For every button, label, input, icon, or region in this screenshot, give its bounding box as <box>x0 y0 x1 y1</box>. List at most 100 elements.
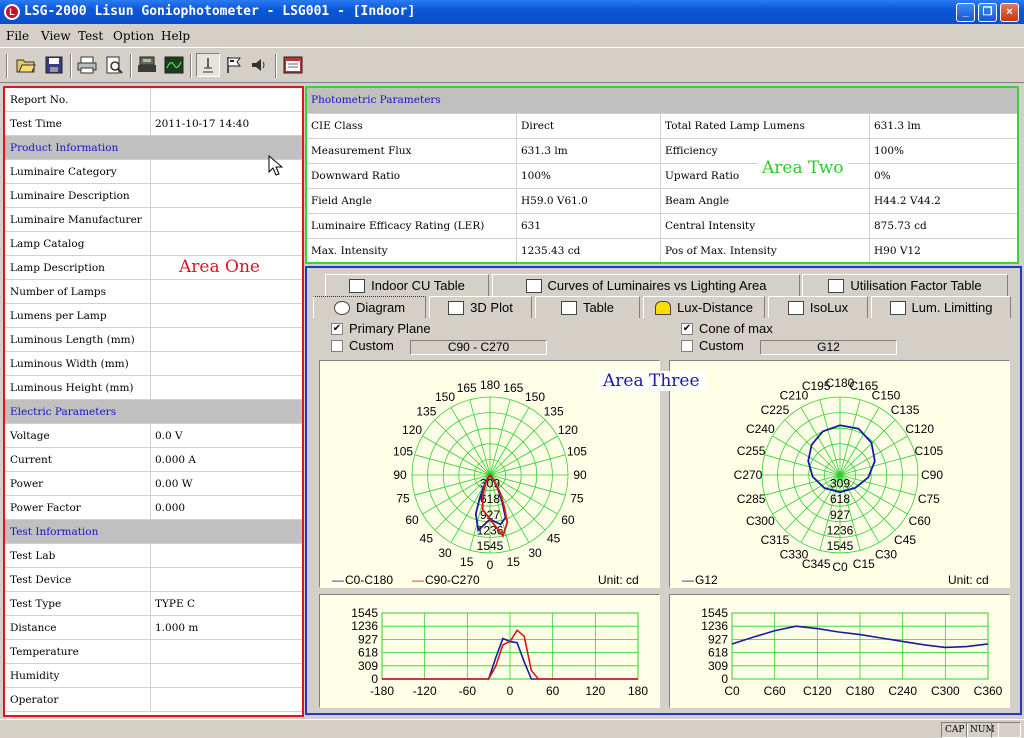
cone-select-combo[interactable]: G12 <box>760 340 897 355</box>
x-tick-label: C60 <box>764 684 786 698</box>
param-value: 0% <box>874 170 891 182</box>
legend-g12: G12 <box>695 573 718 587</box>
print-icon[interactable] <box>75 53 99 77</box>
restore-button[interactable]: ❐ <box>978 3 997 22</box>
x-tick-label: 180 <box>628 684 648 698</box>
menu-bar: File View Test Option Help <box>0 26 1024 46</box>
tab-curves-vs-area[interactable]: Curves of Luminaires vs Lighting Area <box>492 274 800 296</box>
left-polar-chart: 309 618 927 1236 1545 0 15 15 30 30 45 45 60 60 75 75 90… <box>319 360 660 588</box>
column-divider <box>150 184 151 207</box>
param-value: H44.2 V44.2 <box>874 195 941 207</box>
primary-plane-checkbox[interactable]: ✔ <box>331 323 343 335</box>
section-title: Electric Parameters <box>10 406 117 418</box>
column-divider <box>150 112 151 135</box>
toolbar <box>0 47 1024 83</box>
info-value[interactable]: 0.00 W <box>155 478 193 490</box>
flag-icon[interactable] <box>222 53 246 77</box>
device-icon[interactable] <box>135 53 159 77</box>
tab-lum-limitting[interactable]: Lum. Limitting <box>871 296 1011 318</box>
cone-of-max-checkbox[interactable]: ✔ <box>681 323 693 335</box>
right-polar-svg: 309618 9271236 1545 C0 C15C30C45 C60 C75 C90 C10… <box>734 376 944 574</box>
tab-lux-distance[interactable]: Lux-Distance <box>643 296 765 318</box>
angle-label: C135 <box>891 403 920 417</box>
section-header: Test Information <box>5 520 302 544</box>
radial-tick-label: 309 <box>830 477 850 491</box>
area-two-label: Area Two <box>758 158 848 178</box>
polar-spoke <box>469 399 491 476</box>
tab-isolux[interactable]: IsoLux <box>768 296 868 318</box>
tab-utilisation-factor[interactable]: Utilisation Factor Table <box>802 274 1008 296</box>
column-divider <box>150 688 151 711</box>
toolbar-separator <box>190 54 192 78</box>
info-value[interactable]: 2011-10-17 14:40 <box>155 118 249 130</box>
right-line-chart: 0 309 618 927 1236 1545 C0 C60 C120 C180 C240 C300 C… <box>669 594 1010 708</box>
info-row: Power Factor 0.000 <box>5 496 302 520</box>
info-label: Luminous Height (mm) <box>10 382 134 394</box>
angle-label: 150 <box>435 390 455 404</box>
photometric-parameters-header: Photometric Parameters <box>307 88 1017 113</box>
info-value[interactable]: 0.000 <box>155 502 185 514</box>
info-row: Test Time 2011-10-17 14:40 <box>5 112 302 136</box>
custom-left-checkbox[interactable] <box>331 340 343 352</box>
lamp-icon <box>655 300 672 315</box>
menu-help[interactable]: Help <box>161 29 190 43</box>
angle-label: 45 <box>547 532 561 546</box>
angle-label: C315 <box>761 533 790 547</box>
info-row: Lamp Catalog <box>5 232 302 256</box>
column-divider <box>150 280 151 303</box>
menu-view[interactable]: View <box>41 29 71 43</box>
diagram-icon <box>333 300 350 315</box>
angle-label: 15 <box>460 555 474 569</box>
photometric-row: Downward Ratio 100% Upward Ratio 0% <box>307 163 1017 188</box>
info-row: Luminous Height (mm) <box>5 376 302 400</box>
param-value: 631.3 lm <box>517 139 661 163</box>
angle-label: 60 <box>405 513 419 527</box>
info-label: Power <box>10 478 44 490</box>
limitting-icon <box>889 300 906 315</box>
x-tick-label: 60 <box>546 684 560 698</box>
angle-label: 165 <box>503 381 523 395</box>
info-label: Test Device <box>10 574 72 586</box>
caps-lock-indicator: CAP <box>941 722 969 738</box>
column-divider <box>150 208 151 231</box>
pointer-tool-icon[interactable] <box>196 53 220 77</box>
info-row: Power 0.00 W <box>5 472 302 496</box>
title-bar: L LSG-2000 Lisun Goniophotometer - LSG00… <box>0 0 1024 24</box>
curve-chart-icon[interactable] <box>162 53 186 77</box>
info-label: Luminous Width (mm) <box>10 358 129 370</box>
close-button[interactable]: × <box>1000 3 1019 22</box>
info-value[interactable]: 0.0 V <box>155 430 183 442</box>
column-divider <box>150 328 151 351</box>
x-tick-label: C120 <box>803 684 832 698</box>
menu-test[interactable]: Test <box>78 29 103 43</box>
plane-select-combo[interactable]: C90 - C270 <box>410 340 547 355</box>
tab-diagram[interactable]: Diagram <box>313 296 426 318</box>
save-disk-icon[interactable] <box>42 53 66 77</box>
param-value: Direct <box>517 114 661 138</box>
polar-spoke <box>489 435 558 476</box>
angle-label: C30 <box>875 548 897 562</box>
info-label: Number of Lamps <box>10 286 107 298</box>
print-preview-icon[interactable] <box>102 53 126 77</box>
info-value[interactable]: 1.000 m <box>155 622 198 634</box>
cone-of-max-label: Cone of max <box>699 321 773 336</box>
param-value: 100% <box>874 145 905 157</box>
polar-spoke <box>489 454 566 476</box>
tab-3d-plot[interactable]: 3D Plot <box>429 296 532 318</box>
custom-right-checkbox[interactable] <box>681 340 693 352</box>
angle-label: C285 <box>737 492 766 506</box>
open-folder-icon[interactable] <box>14 53 38 77</box>
status-cell-empty <box>991 722 1021 738</box>
tab-indoor-cu-table[interactable]: Indoor CU Table <box>325 274 489 296</box>
menu-option[interactable]: Option <box>113 29 154 43</box>
x-tick-label: -60 <box>459 684 477 698</box>
info-value[interactable]: 0.000 A <box>155 454 196 466</box>
tab-table[interactable]: Table <box>535 296 640 318</box>
speaker-icon[interactable] <box>247 53 271 77</box>
x-tick-label: C0 <box>724 684 740 698</box>
angle-label: C210 <box>780 388 809 402</box>
menu-file[interactable]: File <box>6 29 29 43</box>
report-icon[interactable] <box>281 53 305 77</box>
minimize-button[interactable]: _ <box>956 3 975 22</box>
info-value[interactable]: TYPE C <box>155 598 195 610</box>
